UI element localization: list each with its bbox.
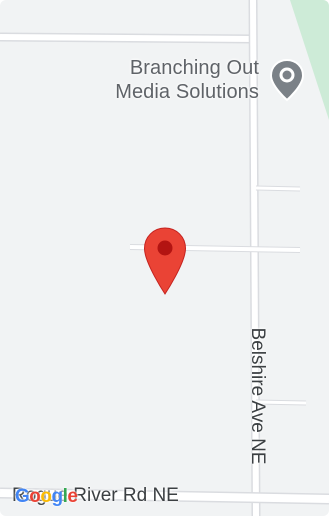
- poi-name-line2: Media Solutions: [115, 81, 259, 103]
- poi-branching-out[interactable]: Branching Out Media Solutions: [115, 56, 305, 104]
- poi-label: Branching Out Media Solutions: [115, 56, 259, 104]
- google-logo-letter: g: [51, 486, 64, 507]
- google-logo-letter: o: [29, 486, 41, 507]
- map-view[interactable]: Branching Out Media Solutions Belshire A…: [0, 0, 329, 516]
- google-logo-letter: e: [67, 486, 78, 507]
- red-map-marker-icon[interactable]: [142, 226, 188, 296]
- place-pin-icon: [269, 58, 305, 102]
- street-label-belshire: Belshire Ave NE: [247, 327, 268, 465]
- google-logo-letter: G: [15, 486, 30, 507]
- google-logo[interactable]: Google: [15, 486, 78, 508]
- google-logo-letter: o: [40, 486, 52, 507]
- poi-name-line1: Branching Out: [129, 57, 259, 79]
